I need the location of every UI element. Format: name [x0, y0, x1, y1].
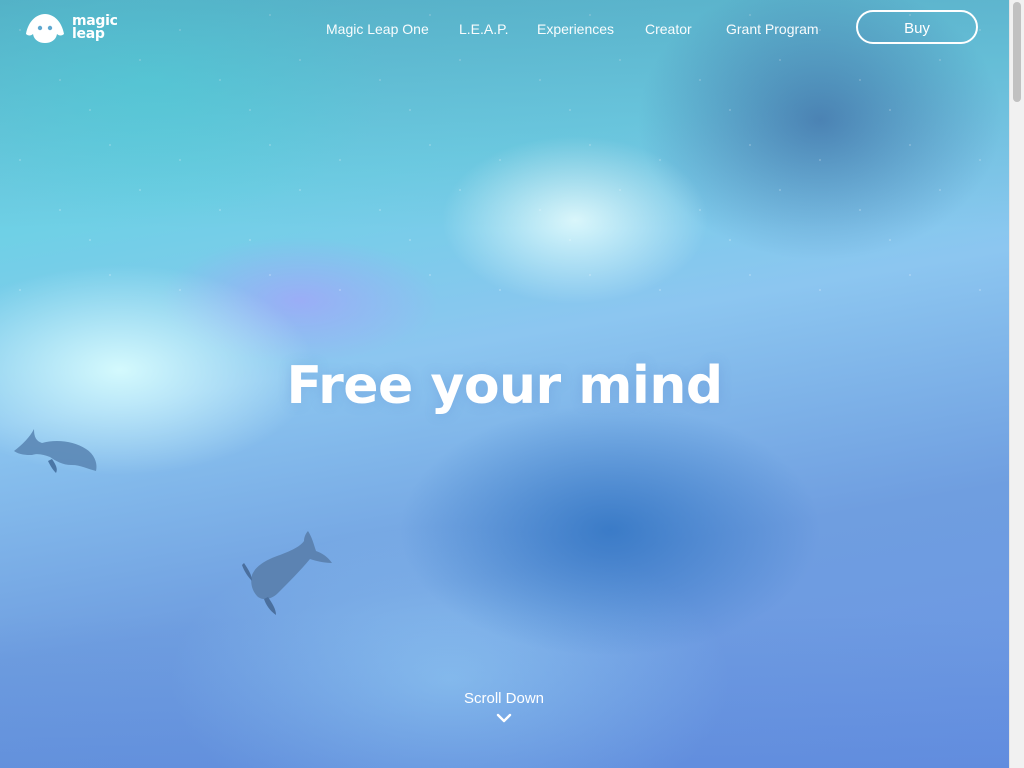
scroll-down-button[interactable]: Scroll Down — [404, 688, 604, 738]
scrollbar-thumb[interactable] — [1013, 2, 1021, 102]
hero-headline: Free your mind — [286, 356, 723, 416]
whale-image-center — [242, 531, 332, 615]
nav-link-creator[interactable]: Creator — [645, 20, 692, 38]
buy-button[interactable]: Buy — [856, 10, 978, 44]
nav-link-experiences[interactable]: Experiences — [537, 20, 614, 38]
page: magic leap Magic Leap One L.E.A.P. Exper… — [0, 0, 1024, 768]
chevron-down-icon — [496, 713, 512, 723]
scroll-down-label: Scroll Down — [463, 690, 545, 707]
nav-link-grant-program[interactable]: Grant Program — [726, 20, 819, 38]
vertical-scrollbar[interactable] — [1009, 0, 1024, 768]
top-navigation: magic leap Magic Leap One L.E.A.P. Exper… — [0, 0, 1009, 60]
nav-link-leap[interactable]: L.E.A.P. — [459, 20, 509, 38]
nav-link-magic-leap-one[interactable]: Magic Leap One — [326, 20, 429, 38]
whale-image-left — [14, 429, 97, 473]
